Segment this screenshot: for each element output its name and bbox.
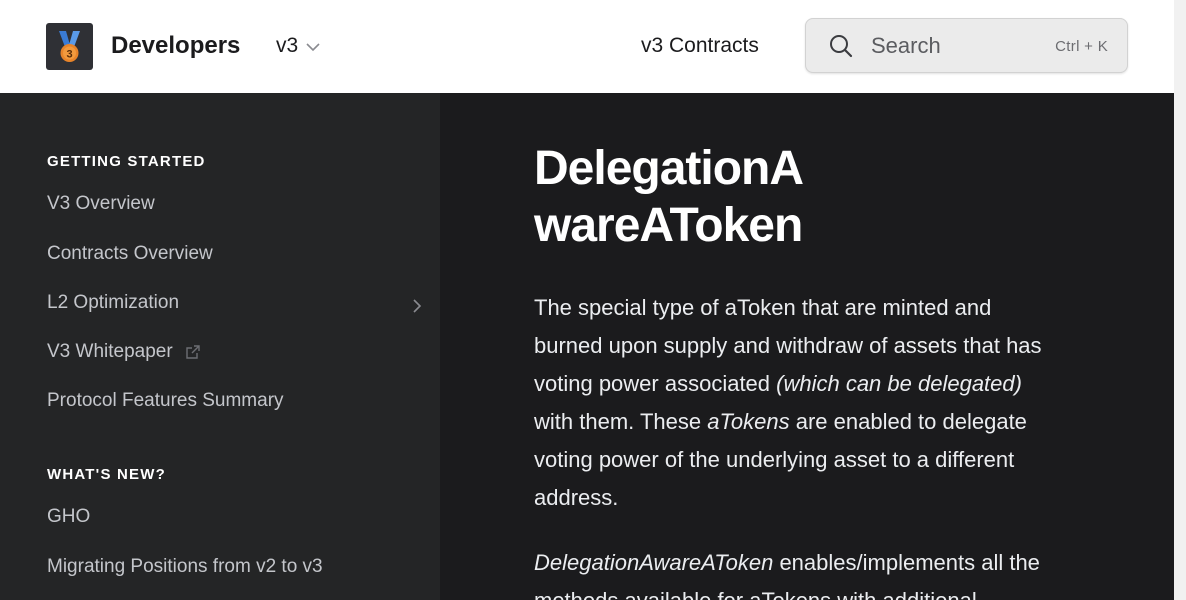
sidebar-item-migrating-positions[interactable]: Migrating Positions from v2 to v3: [47, 554, 323, 580]
sidebar-item-label: Migrating Positions from v2 to v3: [47, 556, 323, 577]
external-link-icon: [185, 345, 200, 359]
text-run-italic: DelegationAwareAToken: [534, 550, 774, 575]
search-icon: [830, 35, 853, 58]
second-paragraph: DelegationAwareAToken enables/implements…: [534, 544, 1064, 600]
sidebar-category-getting-started: GETTING STARTED: [47, 153, 206, 170]
sidebar-item-label: Contracts Overview: [47, 243, 213, 264]
brand-title[interactable]: Developers: [111, 31, 240, 61]
text-run-italic: aTokens: [707, 409, 790, 434]
search-button[interactable]: Search Ctrl + K: [805, 18, 1128, 73]
text-run-italic: (which can be delegated): [776, 371, 1022, 396]
sidebar-category-whats-new: WHAT'S NEW?: [47, 466, 166, 483]
search-shortcut: Ctrl + K: [1055, 38, 1108, 55]
sidebar-item-protocol-features-summary[interactable]: Protocol Features Summary: [47, 388, 284, 414]
sidebar: GETTING STARTED V3 Overview Contracts Ov…: [0, 93, 440, 600]
sidebar-item-label: GHO: [47, 506, 91, 527]
sidebar-item-l2-optimization[interactable]: L2 Optimization: [47, 290, 179, 316]
page-body: GETTING STARTED V3 Overview Contracts Ov…: [0, 93, 1174, 600]
chevron-down-icon: [306, 42, 320, 51]
search-placeholder: Search: [871, 33, 941, 58]
page-title: DelegationAwareAToken: [534, 142, 804, 252]
sidebar-item-label: V3 Overview: [47, 193, 155, 214]
version-label: v3: [276, 34, 299, 57]
sidebar-item-v3-whitepaper[interactable]: V3 Whitepaper: [47, 339, 201, 365]
chevron-right-icon[interactable]: [412, 298, 422, 314]
sidebar-item-contracts-overview[interactable]: Contracts Overview: [47, 241, 213, 267]
sidebar-item-gho[interactable]: GHO: [47, 504, 90, 530]
sidebar-item-label: V3 Whitepaper: [47, 341, 173, 362]
logo-medal-icon[interactable]: 3: [46, 23, 93, 70]
page-scrollbar[interactable]: [1174, 0, 1186, 600]
svg-text:3: 3: [66, 49, 72, 61]
intro-paragraph: The special type of aToken that are mint…: [534, 289, 1064, 517]
text-run: with them. These: [534, 409, 708, 434]
top-navbar: 3 Developers v3 v3 Contracts Search Ctrl…: [0, 0, 1174, 93]
sidebar-item-v3-overview[interactable]: V3 Overview: [47, 191, 155, 217]
version-dropdown[interactable]: v3: [276, 31, 320, 61]
sidebar-item-label: L2 Optimization: [47, 292, 180, 313]
nav-link-v3-contracts[interactable]: v3 Contracts: [641, 31, 759, 61]
sidebar-item-label: Protocol Features Summary: [47, 390, 284, 411]
